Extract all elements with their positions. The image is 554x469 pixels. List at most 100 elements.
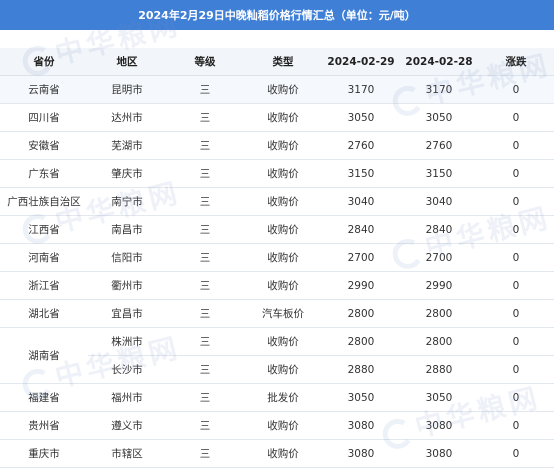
cell-grade: 三 [166, 215, 244, 244]
cell-price-0229: 2800 [322, 327, 400, 356]
cell-change: 0 [478, 187, 554, 216]
cell-type: 收购价 [244, 439, 322, 468]
cell-type: 收购价 [244, 327, 322, 356]
header-province: 省份 [0, 48, 88, 76]
cell-region: 市辖区 [88, 439, 166, 468]
cell-change: 0 [478, 411, 554, 440]
header-date-0229: 2024-02-29 [322, 48, 400, 76]
cell-price-0228: 3150 [400, 159, 478, 188]
cell-price-0229: 2840 [322, 215, 400, 244]
cell-region: 芜湖市 [88, 131, 166, 160]
cell-type: 收购价 [244, 159, 322, 188]
header-grade: 等级 [166, 48, 244, 76]
cell-grade: 三 [166, 271, 244, 300]
cell-region: 福州市 [88, 383, 166, 412]
cell-grade: 三 [166, 327, 244, 356]
cell-region: 达州市 [88, 103, 166, 132]
cell-price-0228: 2880 [400, 355, 478, 384]
cell-region: 长沙市 [88, 355, 166, 384]
cell-price-0228: 3080 [400, 411, 478, 440]
cell-price-0229: 3050 [322, 383, 400, 412]
cell-region: 昆明市 [88, 75, 166, 104]
header-date-0228: 2024-02-28 [400, 48, 478, 76]
cell-price-0229: 2700 [322, 243, 400, 272]
cell-province: 福建省 [0, 383, 88, 412]
cell-province: 湖南省 [0, 327, 88, 384]
table-row: 福建省 福州市 三 批发价 3050 3050 0 [0, 383, 554, 412]
cell-grade: 三 [166, 187, 244, 216]
header-row: 省份 地区 等级 类型 2024-02-29 2024-02-28 涨跌 [0, 48, 554, 76]
cell-province: 浙江省 [0, 271, 88, 300]
title-gap [0, 30, 554, 48]
cell-grade: 三 [166, 439, 244, 468]
cell-region: 衢州市 [88, 271, 166, 300]
table-row: 四川省 达州市 三 收购价 3050 3050 0 [0, 103, 554, 132]
cell-price-0229: 3080 [322, 439, 400, 468]
header-region: 地区 [88, 48, 166, 76]
table-row: 贵州省 遵义市 三 收购价 3080 3080 0 [0, 411, 554, 440]
cell-grade: 三 [166, 159, 244, 188]
cell-region: 南宁市 [88, 187, 166, 216]
cell-change: 0 [478, 103, 554, 132]
cell-type: 批发价 [244, 383, 322, 412]
cell-price-0229: 2880 [322, 355, 400, 384]
cell-price-0229: 3170 [322, 75, 400, 104]
cell-change: 0 [478, 327, 554, 356]
table-row: 浙江省 衢州市 三 收购价 2990 2990 0 [0, 271, 554, 300]
cell-province: 四川省 [0, 103, 88, 132]
table-row: 广东省 肇庆市 三 收购价 3150 3150 0 [0, 159, 554, 188]
cell-price-0228: 3040 [400, 187, 478, 216]
cell-price-0229: 2990 [322, 271, 400, 300]
cell-price-0228: 3080 [400, 439, 478, 468]
cell-grade: 三 [166, 355, 244, 384]
cell-province: 贵州省 [0, 411, 88, 440]
cell-type: 收购价 [244, 271, 322, 300]
cell-change: 0 [478, 299, 554, 328]
table-row: 湖北省 宜昌市 三 汽车板价 2800 2800 0 [0, 299, 554, 328]
cell-grade: 三 [166, 103, 244, 132]
cell-price-0228: 2700 [400, 243, 478, 272]
cell-price-0229: 2760 [322, 131, 400, 160]
cell-price-0228: 2800 [400, 299, 478, 328]
cell-region: 信阳市 [88, 243, 166, 272]
cell-type: 收购价 [244, 411, 322, 440]
cell-type: 收购价 [244, 355, 322, 384]
cell-price-0228: 3050 [400, 103, 478, 132]
cell-price-0228: 2800 [400, 327, 478, 356]
cell-province: 安徽省 [0, 131, 88, 160]
cell-price-0228: 2990 [400, 271, 478, 300]
cell-price-0229: 3080 [322, 411, 400, 440]
table-row: 重庆市 市辖区 三 收购价 3080 3080 0 [0, 439, 554, 468]
cell-grade: 三 [166, 411, 244, 440]
cell-change: 0 [478, 355, 554, 384]
cell-region: 宜昌市 [88, 299, 166, 328]
cell-region: 南昌市 [88, 215, 166, 244]
table-row: 河南省 信阳市 三 收购价 2700 2700 0 [0, 243, 554, 272]
cell-change: 0 [478, 439, 554, 468]
cell-grade: 三 [166, 131, 244, 160]
cell-region: 肇庆市 [88, 159, 166, 188]
cell-province: 江西省 [0, 215, 88, 244]
price-table: 省份 地区 等级 类型 2024-02-29 2024-02-28 涨跌 云南省… [0, 48, 554, 468]
cell-grade: 三 [166, 75, 244, 104]
cell-change: 0 [478, 215, 554, 244]
cell-price-0229: 3050 [322, 103, 400, 132]
cell-price-0228: 3050 [400, 383, 478, 412]
header-type: 类型 [244, 48, 322, 76]
cell-change: 0 [478, 243, 554, 272]
cell-province: 重庆市 [0, 439, 88, 468]
table-row: 云南省 昆明市 三 收购价 3170 3170 0 [0, 75, 554, 104]
cell-price-0228: 2840 [400, 215, 478, 244]
cell-type: 收购价 [244, 187, 322, 216]
cell-province: 广西壮族自治区 [0, 187, 88, 216]
table-row: 江西省 南昌市 三 收购价 2840 2840 0 [0, 215, 554, 244]
cell-change: 0 [478, 383, 554, 412]
cell-change: 0 [478, 75, 554, 104]
cell-change: 0 [478, 271, 554, 300]
cell-type: 汽车板价 [244, 299, 322, 328]
cell-province: 河南省 [0, 243, 88, 272]
table-row: 湖南省 株洲市 三 收购价 2800 2800 0 [0, 327, 554, 384]
cell-province: 云南省 [0, 75, 88, 104]
cell-price-0229: 2800 [322, 299, 400, 328]
cell-price-0229: 3040 [322, 187, 400, 216]
